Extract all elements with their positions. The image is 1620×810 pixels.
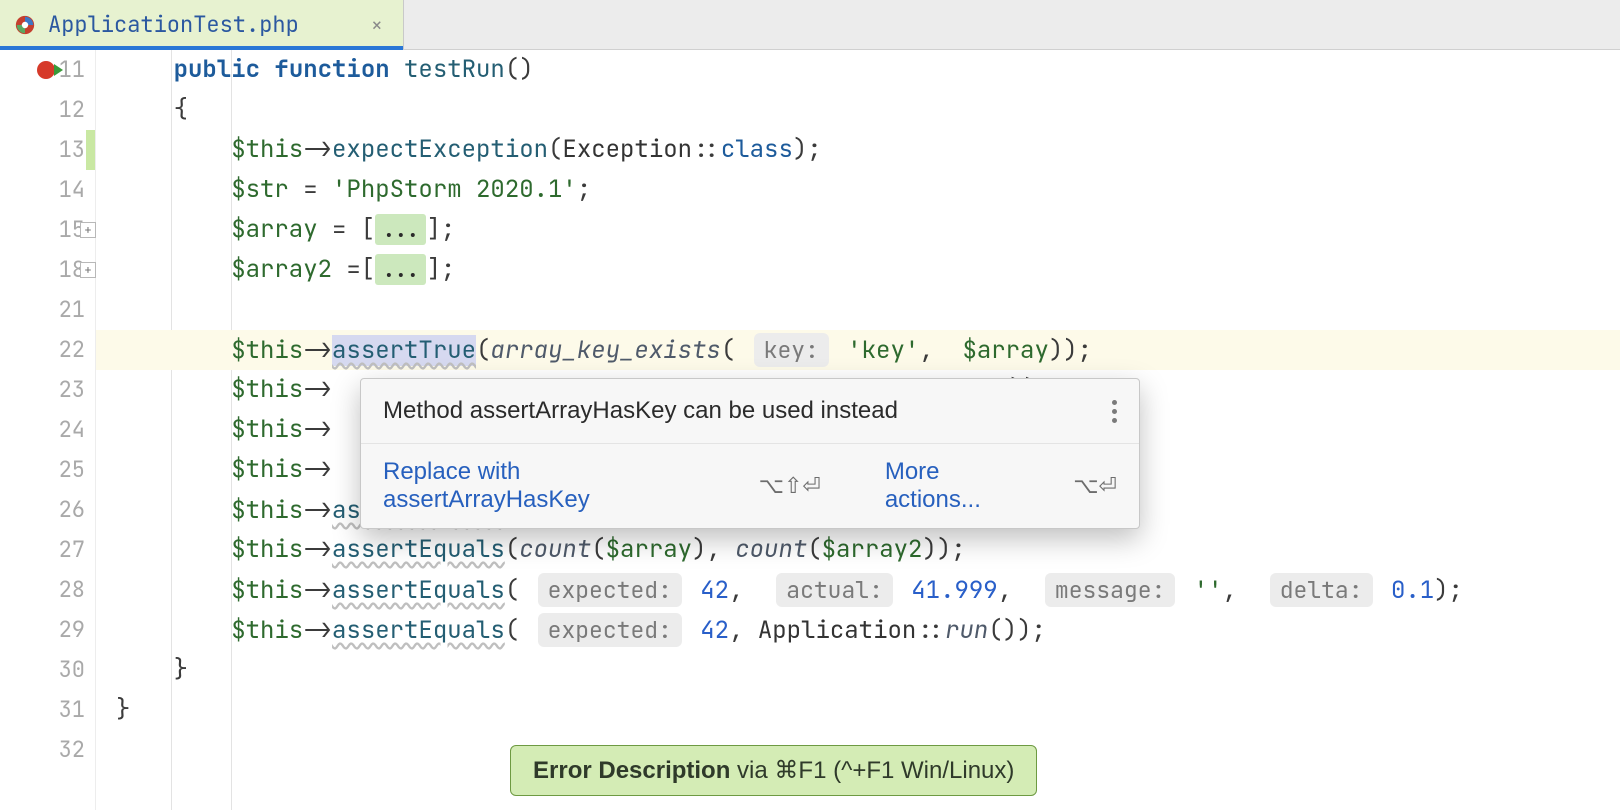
gutter-line[interactable]: 18+ xyxy=(0,250,85,290)
code-line[interactable]: { xyxy=(96,90,1620,130)
folded-region[interactable]: ... xyxy=(375,214,426,245)
code-line[interactable]: } xyxy=(96,650,1620,690)
editor-tab-active[interactable]: ApplicationTest.php × xyxy=(0,0,404,49)
run-test-icon[interactable] xyxy=(54,64,63,76)
code-line[interactable] xyxy=(96,290,1620,330)
gutter-line[interactable]: 15+ xyxy=(0,210,85,250)
hint-callout: Error Description via ⌘F1 (^+F1 Win/Linu… xyxy=(510,745,1037,796)
gutter-line[interactable]: 23 xyxy=(0,370,85,410)
intention-popup: Method assertArrayHasKey can be used ins… xyxy=(360,378,1140,529)
code-line[interactable]: $str = 'PhpStorm 2020.1'; xyxy=(96,170,1620,210)
code-line[interactable]: $this->assertEquals( expected: 42, Appli… xyxy=(96,610,1620,650)
gutter-line[interactable]: 27 xyxy=(0,530,85,570)
code-line[interactable]: $this->assertEquals(count($array), count… xyxy=(96,530,1620,570)
breakpoint-icon[interactable] xyxy=(37,61,55,79)
inlay-hint: expected: xyxy=(538,573,682,607)
gutter: 11 12 13 14 15+ 18+ 21 22 23 24 25 26 27… xyxy=(0,50,96,810)
code-line[interactable]: } xyxy=(96,690,1620,730)
folded-region[interactable]: ... xyxy=(375,254,426,285)
code-line[interactable]: $array = [...]; xyxy=(96,210,1620,250)
gutter-line[interactable]: 24 xyxy=(0,410,85,450)
code-line[interactable]: public function testRun() xyxy=(96,50,1620,90)
inlay-hint: message: xyxy=(1045,573,1175,607)
code-line[interactable]: $this->assertTrue(array_key_exists( key:… xyxy=(96,330,1620,370)
fold-toggle-icon[interactable]: + xyxy=(80,262,96,278)
gutter-line[interactable]: 26 xyxy=(0,490,85,530)
gutter-line[interactable]: 28 xyxy=(0,570,85,610)
inspection-highlight[interactable]: assertTrue xyxy=(332,335,476,366)
code-line[interactable]: $this->expectException(Exception::class)… xyxy=(96,130,1620,170)
callout-title: Error Description xyxy=(533,757,730,784)
close-icon[interactable]: × xyxy=(371,12,383,38)
inlay-hint: expected: xyxy=(538,613,682,647)
inlay-hint: delta: xyxy=(1270,573,1373,607)
gutter-line[interactable]: 21 xyxy=(0,290,85,330)
gutter-line[interactable]: 12 xyxy=(0,90,85,130)
gutter-line[interactable]: 29 xyxy=(0,610,85,650)
editor: 11 12 13 14 15+ 18+ 21 22 23 24 25 26 27… xyxy=(0,50,1620,810)
inlay-hint: key: xyxy=(754,333,829,367)
gutter-line[interactable]: 32 xyxy=(0,730,85,770)
gutter-line[interactable]: 30 xyxy=(0,650,85,690)
gutter-line[interactable]: 11 xyxy=(0,50,85,90)
php-file-icon xyxy=(14,14,36,36)
inlay-hint: actual: xyxy=(776,573,893,607)
more-actions[interactable]: More actions... xyxy=(885,458,1037,514)
inspection-title: Method assertArrayHasKey can be used ins… xyxy=(383,397,898,425)
tab-filename: ApplicationTest.php xyxy=(48,10,299,39)
quickfix-replace[interactable]: Replace with assertArrayHasKey xyxy=(383,458,723,514)
callout-rest: via ⌘F1 (^+F1 Win/Linux) xyxy=(730,757,1014,784)
editor-tabbar: ApplicationTest.php × xyxy=(0,0,1620,50)
shortcut-hint: ⌥⇧⏎ xyxy=(759,473,821,499)
gutter-line[interactable]: 14 xyxy=(0,170,85,210)
gutter-line[interactable]: 25 xyxy=(0,450,85,490)
more-options-icon[interactable] xyxy=(1112,400,1117,423)
shortcut-hint: ⌥⏎ xyxy=(1073,473,1117,499)
gutter-line[interactable]: 31 xyxy=(0,690,85,730)
code-line[interactable]: $array2 =[...]; xyxy=(96,250,1620,290)
gutter-line[interactable]: 22 xyxy=(0,330,85,370)
fold-toggle-icon[interactable]: + xyxy=(80,222,96,238)
gutter-line[interactable]: 13 xyxy=(0,130,85,170)
code-line[interactable]: $this->assertEquals( expected: 42, actua… xyxy=(96,570,1620,610)
